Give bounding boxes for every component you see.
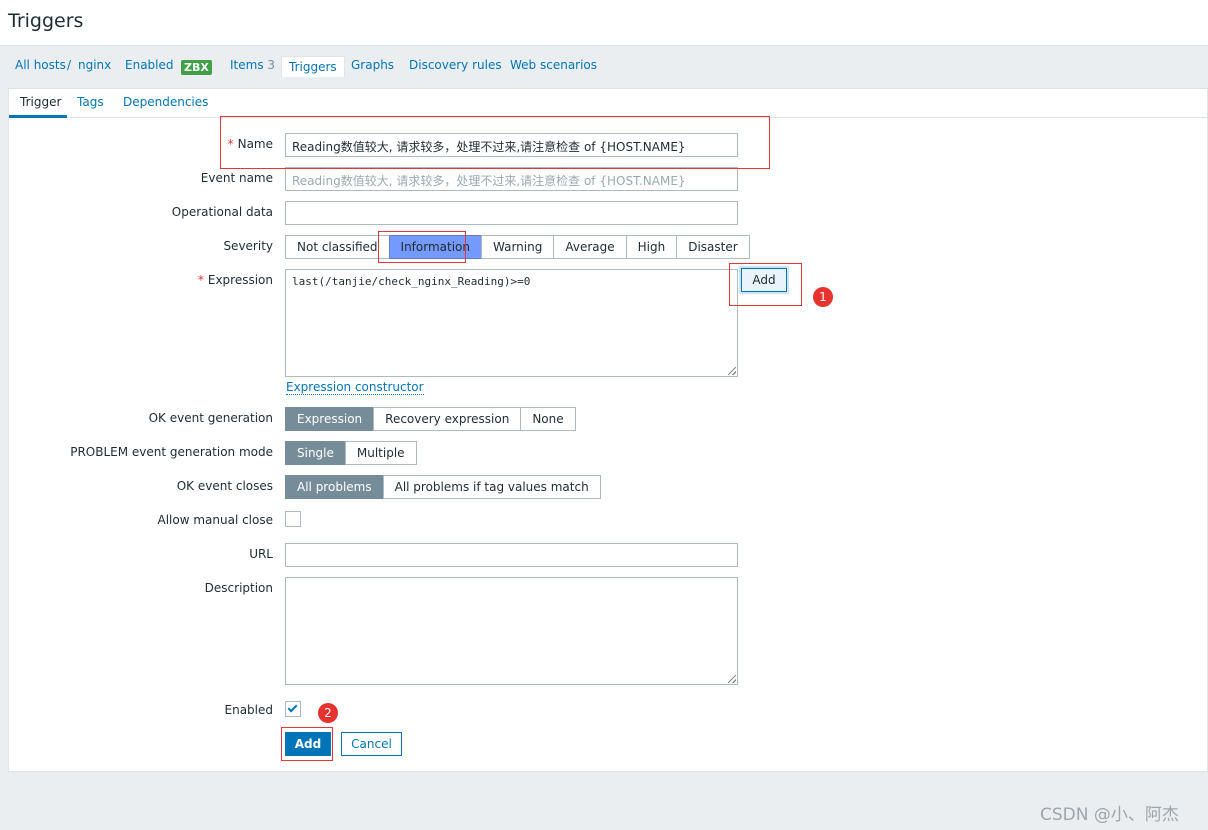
cancel-button[interactable]: Cancel xyxy=(341,732,402,756)
annotation-box-severity xyxy=(378,231,466,263)
annotation-box-name xyxy=(220,116,770,169)
enabled-label: Enabled xyxy=(224,703,274,717)
resize-handle-icon[interactable] xyxy=(728,675,736,683)
expression-constructor-link[interactable]: Expression constructor xyxy=(286,380,424,395)
host-navigation: All hosts / nginx Enabled ZBX Items 3 Tr… xyxy=(0,46,1208,88)
annotation-box-expression-add xyxy=(729,263,802,306)
description-textarea[interactable] xyxy=(285,577,738,685)
enabled-checkbox[interactable] xyxy=(285,701,301,717)
ok-event-generation-recovery-expression[interactable]: Recovery expression xyxy=(373,407,522,431)
page-header: Triggers xyxy=(0,0,1208,46)
description-label: Description xyxy=(204,581,273,595)
event-name-input[interactable]: Reading数值较大, 请求较多，处理不过来,请注意检查 of {HOST.N… xyxy=(285,167,738,191)
severity-high[interactable]: High xyxy=(625,235,678,259)
trigger-form-panel: Trigger Tags Dependencies * Name Reading数… xyxy=(8,88,1208,772)
ok-event-closes-all-problems[interactable]: All problems xyxy=(285,475,384,499)
severity-label: Severity xyxy=(223,239,273,253)
expression-value: last(/tanjie/check_nginx_Reading)>=0 xyxy=(292,275,531,288)
ok-event-generation-expression[interactable]: Expression xyxy=(285,407,375,431)
ok-event-generation-none[interactable]: None xyxy=(520,407,576,431)
ok-event-closes-tag-match[interactable]: All problems if tag values match xyxy=(382,475,601,499)
tab-dependencies[interactable]: Dependencies xyxy=(123,95,208,109)
active-tab-indicator xyxy=(9,115,67,118)
allow-manual-close-label: Allow manual close xyxy=(157,513,273,527)
severity-warning[interactable]: Warning xyxy=(481,235,555,259)
severity-average[interactable]: Average xyxy=(553,235,627,259)
required-marker: * xyxy=(197,273,204,287)
severity-selector: Not classified Information Warning Avera… xyxy=(285,235,750,259)
page-title: Triggers xyxy=(8,10,84,32)
graphs-link[interactable]: Graphs xyxy=(351,58,394,72)
severity-not-classified[interactable]: Not classified xyxy=(285,235,390,259)
operational-data-label: Operational data xyxy=(171,205,273,219)
resize-handle-icon[interactable] xyxy=(728,367,736,375)
annotation-box-add xyxy=(281,727,333,761)
form-tabs: Trigger Tags Dependencies xyxy=(9,89,1208,118)
tab-trigger[interactable]: Trigger xyxy=(20,95,61,109)
event-name-label: Event name xyxy=(200,171,273,185)
url-label: URL xyxy=(249,547,273,561)
host-link[interactable]: nginx xyxy=(78,58,111,72)
severity-disaster[interactable]: Disaster xyxy=(676,235,750,259)
expression-textarea[interactable]: last(/tanjie/check_nginx_Reading)>=0 xyxy=(285,269,738,377)
problem-mode-single[interactable]: Single xyxy=(285,441,346,465)
discovery-rules-link[interactable]: Discovery rules xyxy=(409,58,502,72)
annotation-badge-1: 1 xyxy=(813,287,833,307)
ok-event-closes-label: OK event closes xyxy=(176,479,273,493)
annotation-badge-2: 2 xyxy=(318,703,338,723)
items-link[interactable]: Items 3 xyxy=(230,58,275,72)
zbx-availability-badge: ZBX xyxy=(181,60,212,75)
items-count: 3 xyxy=(267,58,276,72)
ok-event-generation-label: OK event generation xyxy=(148,411,273,425)
allow-manual-close-checkbox[interactable] xyxy=(285,511,301,527)
problem-mode-multiple[interactable]: Multiple xyxy=(344,441,417,465)
expression-label: * Expression xyxy=(197,273,273,287)
tab-tags[interactable]: Tags xyxy=(77,95,104,109)
items-label: Items xyxy=(230,58,264,72)
url-input[interactable] xyxy=(285,543,738,567)
all-hosts-link[interactable]: All hosts xyxy=(15,58,66,72)
operational-data-input[interactable] xyxy=(285,201,738,225)
breadcrumb-separator: / xyxy=(67,58,72,72)
problem-mode-selector: Single Multiple xyxy=(285,441,417,465)
checkmark-icon xyxy=(287,702,298,713)
ok-event-generation-selector: Expression Recovery expression None xyxy=(285,407,576,431)
web-scenarios-link[interactable]: Web scenarios xyxy=(510,58,597,72)
host-enabled-status[interactable]: Enabled xyxy=(125,58,174,72)
watermark: CSDN @小、阿杰 xyxy=(1040,805,1179,825)
problem-mode-label: PROBLEM event generation mode xyxy=(70,445,273,459)
ok-event-closes-selector: All problems All problems if tag values … xyxy=(285,475,601,499)
triggers-tab[interactable]: Triggers xyxy=(281,56,345,77)
